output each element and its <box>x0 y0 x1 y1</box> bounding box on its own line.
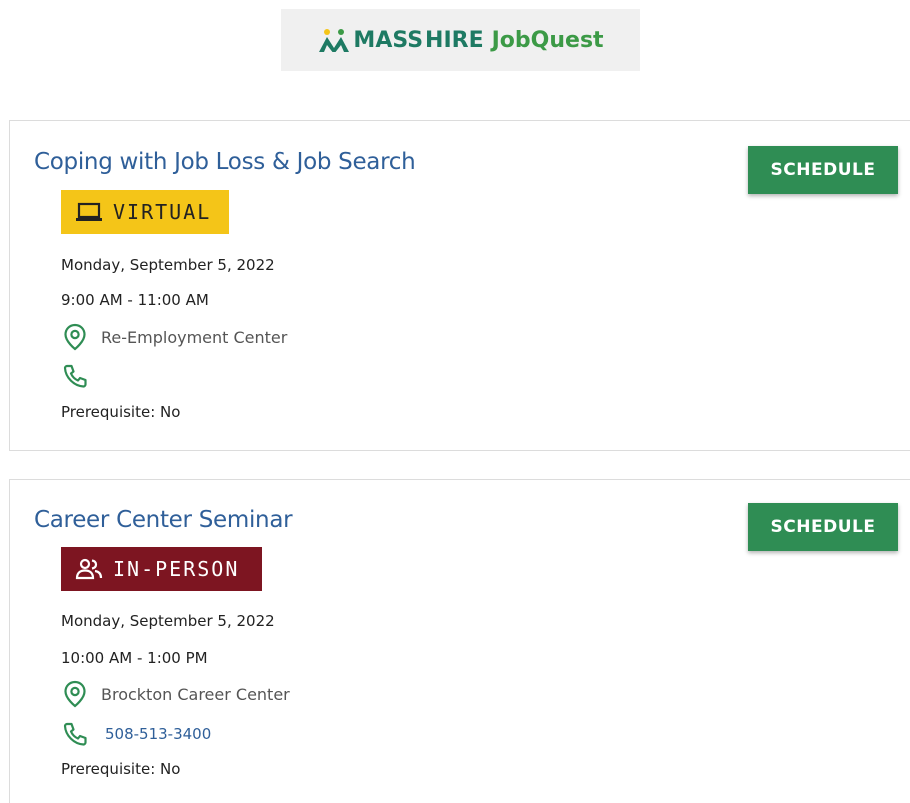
location-text: Re-Employment Center <box>101 327 288 347</box>
event-date: Monday, September 5, 2022 <box>61 612 275 630</box>
event-prerequisite: Prerequisite: No <box>61 760 181 778</box>
event-location: Re-Employment Center <box>61 323 287 351</box>
event-card: Career Center Seminar SCHEDULE IN-PERSON… <box>9 479 910 803</box>
badge-label: IN-PERSON <box>113 557 240 581</box>
event-phone <box>61 362 105 390</box>
in-person-badge: IN-PERSON <box>61 547 262 591</box>
logo-content: MASS HIRE JobQuest <box>317 27 604 53</box>
page: MASS HIRE JobQuest Coping with Job Loss &… <box>0 0 910 803</box>
event-location: Brockton Career Center <box>61 680 290 708</box>
location-pin-icon <box>64 323 86 351</box>
phone-number[interactable]: 508-513-3400 <box>105 725 211 743</box>
logo-hire-text: HIRE <box>425 27 484 53</box>
event-title[interactable]: Career Center Seminar <box>34 507 293 533</box>
event-date: Monday, September 5, 2022 <box>61 256 275 274</box>
laptop-icon <box>76 202 102 221</box>
event-time: 10:00 AM - 1:00 PM <box>61 649 208 667</box>
location-pin-icon <box>64 680 86 708</box>
schedule-button[interactable]: SCHEDULE <box>748 503 898 551</box>
location-text: Brockton Career Center <box>101 684 290 704</box>
people-icon <box>75 558 103 580</box>
event-phone: 508-513-3400 <box>61 720 211 748</box>
masshire-logo-icon <box>319 29 350 52</box>
event-card: Coping with Job Loss & Job Search SCHEDU… <box>9 120 910 451</box>
event-time: 9:00 AM - 11:00 AM <box>61 291 209 309</box>
virtual-badge: VIRTUAL <box>61 190 229 234</box>
event-prerequisite: Prerequisite: No <box>61 403 181 421</box>
phone-icon <box>63 364 87 388</box>
phone-icon <box>63 722 87 746</box>
logo-jobquest-text: JobQuest <box>491 27 604 53</box>
event-title[interactable]: Coping with Job Loss & Job Search <box>34 149 416 175</box>
badge-label: VIRTUAL <box>113 200 212 224</box>
schedule-button[interactable]: SCHEDULE <box>748 146 898 194</box>
masshire-jobquest-logo[interactable]: MASS HIRE JobQuest <box>281 9 640 71</box>
logo-mass-text: MASS <box>353 27 424 53</box>
